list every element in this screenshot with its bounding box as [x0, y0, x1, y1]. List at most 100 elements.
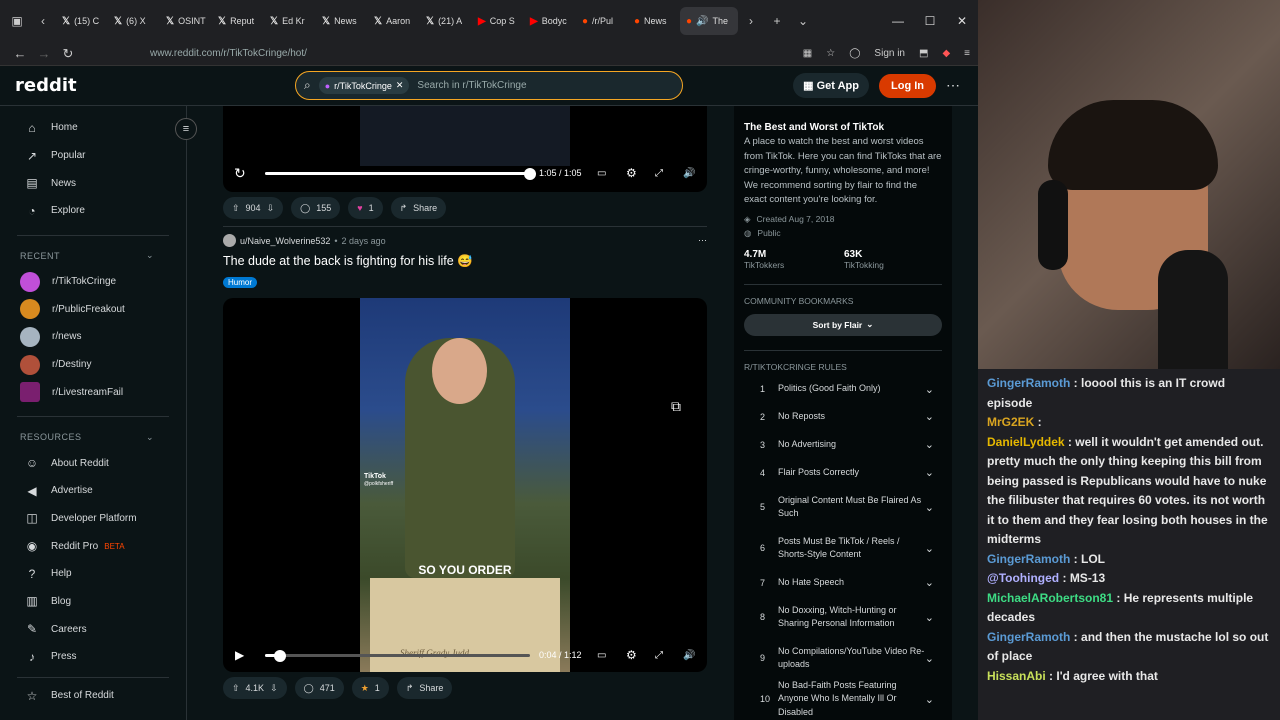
browser-tab[interactable]: 𝕏 Ed Kr: [264, 7, 316, 35]
sort-by-flair-button[interactable]: Sort by Flair ⌄: [744, 313, 942, 336]
settings-icon[interactable]: ⚙: [626, 166, 637, 180]
sidebar-item-best-of-reddit[interactable]: ☆ Best of Reddit: [0, 682, 186, 710]
reddit-logo[interactable]: reddit: [15, 75, 295, 96]
rule-item[interactable]: 3 No Advertising ⌄: [744, 431, 942, 459]
sidebar-item-news-sub[interactable]: r/news: [0, 323, 186, 351]
chip-close-icon[interactable]: ✕: [396, 80, 404, 91]
signin-link[interactable]: Sign in: [874, 48, 905, 59]
award-button[interactable]: ★ 1: [351, 677, 389, 699]
rule-item[interactable]: 9 No Compilations/YouTube Video Re-upload…: [744, 638, 942, 679]
video-player-2[interactable]: TikTok @polkfsheriff SO YOU ORDER Sheriff…: [223, 298, 707, 672]
fullscreen-icon[interactable]: ⤢: [655, 168, 663, 179]
login-button[interactable]: Log In: [879, 73, 936, 98]
sidebar-item-destiny[interactable]: r/Destiny: [0, 351, 186, 379]
get-app-button[interactable]: ▦ Get App: [793, 73, 869, 98]
sidebar-item-explore[interactable]: ◔ Explore: [0, 197, 186, 225]
tab-scroll-right-icon[interactable]: ›: [738, 14, 764, 28]
sidebar-item-livestreamfail[interactable]: r/LivestreamFail: [0, 379, 186, 407]
captions-icon[interactable]: ▭: [597, 168, 606, 179]
sidebar-item-about[interactable]: ☺ About Reddit: [0, 449, 186, 477]
volume-icon[interactable]: 🔊: [683, 650, 695, 661]
post-title[interactable]: The dude at the back is fighting for his…: [223, 254, 473, 269]
url-field[interactable]: www.reddit.com/r/TikTokCringe/hot/: [150, 48, 803, 59]
award-button[interactable]: ♥ 1: [348, 197, 383, 219]
progress-bar[interactable]: [265, 167, 536, 180]
flair-badge[interactable]: Humor: [223, 277, 258, 288]
browser-tab[interactable]: ● News: [628, 7, 680, 35]
replay-icon[interactable]: ↻: [234, 165, 246, 182]
progress-knob[interactable]: [273, 649, 286, 662]
browser-tab[interactable]: 𝕏 OSINT: [160, 7, 212, 35]
forward-icon[interactable]: →: [32, 46, 56, 61]
rule-item[interactable]: 2 No Reposts ⌄: [744, 403, 942, 431]
browser-tab[interactable]: 𝕏 Reput: [212, 7, 264, 35]
chat-username[interactable]: GingerRamoth: [987, 552, 1070, 566]
reload-icon[interactable]: ↻: [56, 46, 80, 62]
menu-icon[interactable]: ≡: [964, 48, 970, 59]
maximize-icon[interactable]: ☐: [914, 14, 946, 28]
sidebar-item-tiktokcringe[interactable]: r/TikTokCringe: [0, 268, 186, 296]
rule-item[interactable]: 10 No Bad-Faith Posts Featuring Anyone Wh…: [744, 679, 942, 720]
sidebar-item-developer[interactable]: ◫ Developer Platform: [0, 505, 186, 533]
comments-button[interactable]: ◯ 155: [291, 197, 341, 219]
sidebar-item-news[interactable]: ▤ News: [0, 169, 186, 197]
browser-tab[interactable]: ▶ Bodyc: [524, 7, 576, 35]
browser-tab[interactable]: ▶ Cop S: [472, 7, 524, 35]
chat-username[interactable]: @Toohinged: [987, 571, 1059, 585]
rule-item[interactable]: 7 No Hate Speech ⌄: [744, 569, 942, 597]
post-options-icon[interactable]: ⋯: [698, 235, 707, 246]
browser-tab[interactable]: 𝕏 (21) A: [420, 7, 472, 35]
browser-tab[interactable]: ●/r/Pul: [576, 7, 628, 35]
tab-scroll-left-icon[interactable]: ‹: [30, 14, 56, 28]
user-avatar[interactable]: [223, 234, 236, 247]
search-input[interactable]: ⌕ ● r/TikTokCringe ✕ Search in r/TikTokCri…: [295, 71, 683, 100]
profile-icon[interactable]: ◯: [849, 48, 860, 59]
sidebar-item-publicfreakout[interactable]: r/PublicFreakout: [0, 295, 186, 323]
qr-icon[interactable]: ▦: [803, 48, 812, 59]
browser-tab[interactable]: 𝕏 Aaron: [368, 7, 420, 35]
sidebar-item-advertise[interactable]: ◀ Advertise: [0, 477, 186, 505]
browser-tab[interactable]: 𝕏 (6) X: [108, 7, 160, 35]
downvote-icon[interactable]: ⇩: [267, 203, 275, 214]
sidebar-item-home[interactable]: ⌂ Home: [0, 114, 186, 142]
sidebar-item-reddit-pro[interactable]: ◉ Reddit Pro BETA: [0, 532, 186, 560]
tab-list-icon[interactable]: ⌄: [790, 14, 816, 28]
rule-item[interactable]: 6 Posts Must Be TikTok / Reels / Shorts-S…: [744, 528, 942, 569]
volume-icon[interactable]: 🔊: [683, 168, 695, 179]
extensions-icon[interactable]: ⬒: [919, 48, 928, 59]
rule-item[interactable]: 4 Flair Posts Correctly ⌄: [744, 459, 942, 487]
rule-item[interactable]: 1 Politics (Good Faith Only) ⌄: [744, 376, 942, 403]
shield-icon[interactable]: ◆: [942, 48, 950, 59]
back-icon[interactable]: ←: [8, 46, 32, 61]
play-icon[interactable]: ▶: [235, 648, 244, 662]
progress-knob[interactable]: [524, 167, 536, 180]
post-author[interactable]: u/Naive_Wolverine532: [240, 236, 330, 246]
sidebar-item-popular[interactable]: ↗ Popular: [0, 142, 186, 170]
sidebar-item-careers[interactable]: ✎ Careers: [0, 615, 186, 643]
browser-tab[interactable]: 𝕏 (15) C: [56, 7, 108, 35]
community-chip[interactable]: ● r/TikTokCringe ✕: [318, 77, 410, 94]
new-tab-icon[interactable]: +: [764, 14, 790, 28]
progress-bar[interactable]: [265, 649, 530, 662]
browser-tab-active[interactable]: ● 🔊 The: [680, 7, 738, 35]
sidebar-item-help[interactable]: ? Help: [0, 560, 186, 588]
upvote-icon[interactable]: ⇧: [232, 203, 240, 214]
chat-username[interactable]: GingerRamoth: [987, 630, 1070, 644]
sidebar-item-blog[interactable]: ▥ Blog: [0, 588, 186, 616]
downvote-icon[interactable]: ⇩: [270, 683, 278, 694]
more-options-icon[interactable]: ⋯: [946, 77, 960, 94]
star-icon[interactable]: ☆: [826, 48, 835, 59]
chat-username[interactable]: MrG2EK: [987, 415, 1034, 429]
chat-username[interactable]: MichaelARobertson81: [987, 591, 1113, 605]
minimize-icon[interactable]: —: [882, 14, 914, 28]
sidebar-item-press[interactable]: ♪ Press: [0, 643, 186, 671]
chat-username[interactable]: DanielLyddek: [987, 435, 1065, 449]
chat-username[interactable]: HissanAbi: [987, 669, 1046, 683]
rule-item[interactable]: 5 Original Content Must Be Flaired As Suc…: [744, 487, 942, 528]
recent-header[interactable]: RECENT ⌄: [0, 244, 186, 268]
upvote-icon[interactable]: ⇧: [232, 683, 240, 694]
settings-icon[interactable]: ⚙: [626, 648, 637, 662]
captions-icon[interactable]: ▭: [597, 650, 606, 661]
resources-header[interactable]: RESOURCES ⌄: [0, 425, 186, 449]
close-icon[interactable]: ✕: [946, 14, 978, 28]
